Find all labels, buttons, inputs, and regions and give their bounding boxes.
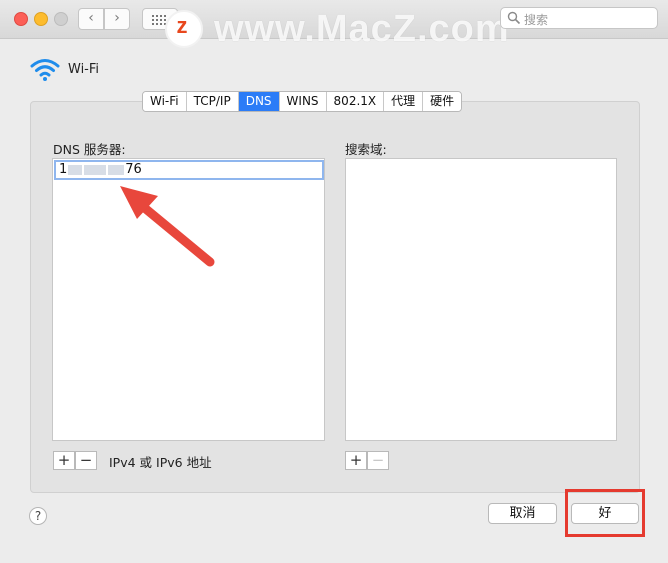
add-dns-server-button[interactable]: + [53, 451, 75, 470]
dns-address-hint: IPv4 或 IPv6 地址 [109, 455, 212, 470]
tab-hardware[interactable]: 硬件 [423, 92, 462, 111]
title-bar: ‹ › z www.MacZ.com 搜索 [0, 0, 668, 50]
dns-server-entry[interactable]: 1 76 [54, 160, 324, 180]
search-domains-label: 搜索域: [345, 142, 387, 157]
forward-button[interactable]: › [104, 8, 130, 30]
ok-highlight-box [565, 489, 645, 537]
tab-8021x[interactable]: 802.1X [326, 92, 385, 111]
search-icon [507, 11, 521, 25]
tab-wins[interactable]: WINS [279, 92, 327, 111]
search-placeholder: 搜索 [524, 13, 549, 27]
help-button[interactable]: ? [29, 507, 47, 525]
chevron-right-icon: › [114, 10, 120, 26]
tab-proxy[interactable]: 代理 [384, 92, 424, 111]
cancel-button[interactable]: 取消 [488, 503, 557, 524]
minimize-window-button[interactable] [34, 12, 48, 26]
dns-entry-suffix: 76 [125, 162, 142, 177]
dns-servers-label: DNS 服务器: [53, 142, 126, 157]
tab-bar: Wi-Fi TCP/IP DNS WINS 802.1X 代理 硬件 [142, 91, 463, 112]
watermark-text: www.MacZ.com [214, 8, 510, 50]
zoom-window-button[interactable] [54, 12, 68, 26]
dns-servers-list[interactable] [52, 158, 325, 441]
remove-dns-server-button[interactable]: − [75, 451, 97, 470]
redacted-segment [68, 164, 83, 175]
back-button[interactable]: ‹ [78, 8, 104, 30]
chevron-left-icon: ‹ [88, 10, 94, 26]
dns-entry-prefix: 1 [59, 162, 68, 177]
wifi-icon [30, 59, 60, 81]
remove-search-domain-button[interactable]: − [367, 451, 389, 470]
search-domains-list[interactable] [345, 158, 617, 441]
tab-wifi[interactable]: Wi-Fi [143, 92, 187, 111]
add-search-domain-button[interactable]: + [345, 451, 367, 470]
search-field[interactable]: 搜索 [500, 7, 658, 29]
grid-icon [152, 15, 154, 17]
tab-tcpip[interactable]: TCP/IP [186, 92, 239, 111]
network-window: ‹ › z www.MacZ.com 搜索 Wi-Fi Wi-Fi TCP/IP… [0, 0, 668, 563]
close-window-button[interactable] [14, 12, 28, 26]
tab-dns[interactable]: DNS [238, 92, 280, 111]
interface-name: Wi-Fi [68, 62, 100, 77]
watermark-logo-letter: z [176, 13, 188, 38]
